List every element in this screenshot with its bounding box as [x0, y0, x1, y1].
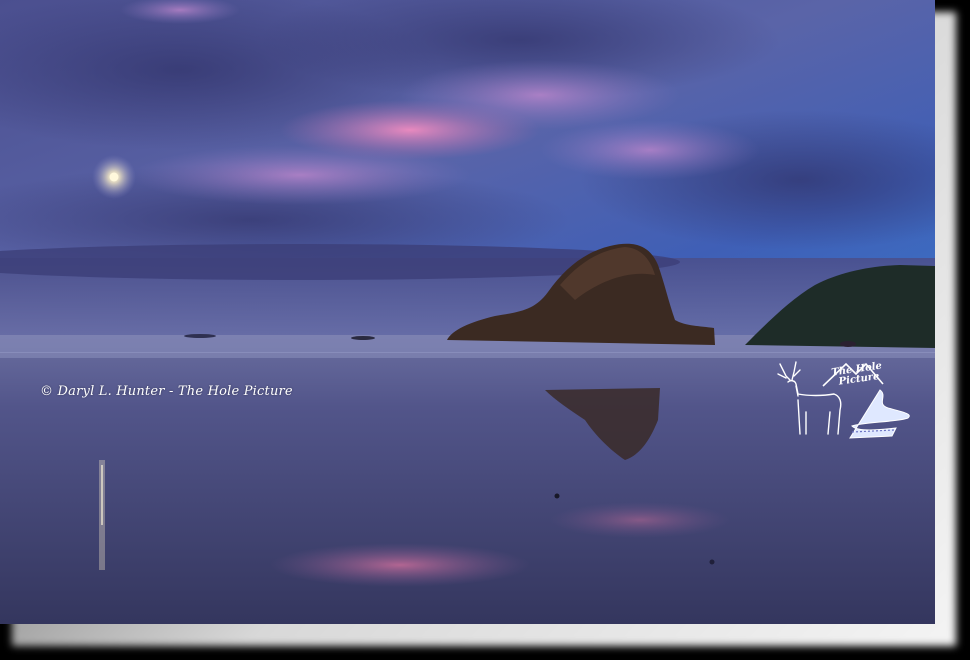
photo-svg [0, 0, 935, 624]
pink-reflection [270, 543, 530, 587]
river-icon [849, 389, 910, 439]
copyright-watermark: © Daryl L. Hunter - The Hole Picture [40, 384, 293, 399]
image-canvas: © Daryl L. Hunter - The Hole Picture The… [0, 0, 970, 660]
moon [109, 172, 119, 182]
landscape-photo [0, 0, 935, 624]
